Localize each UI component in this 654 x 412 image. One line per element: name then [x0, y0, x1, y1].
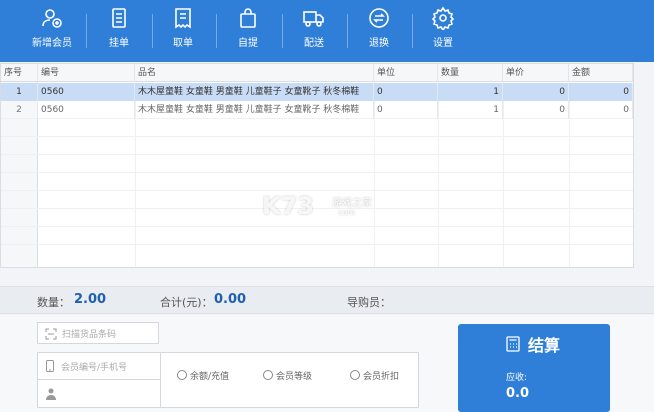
grid-line — [1, 154, 633, 155]
column-header-qty[interactable]: 数量 — [438, 64, 503, 82]
retrieve-order-label: 取单 — [173, 38, 193, 49]
column-header-unit[interactable]: 单位 — [374, 64, 438, 82]
amount-due-label: 应收: — [506, 373, 528, 383]
checkout-button[interactable]: 结算 应收: 0.0 — [458, 324, 610, 412]
row-name: 木木屋童鞋 女童鞋 男童鞋 儿童鞋子 女童靴子 秋冬棉鞋 — [135, 101, 374, 119]
person-icon — [46, 388, 56, 400]
row-unit: 0 — [374, 83, 438, 101]
row-amount: 0 — [569, 101, 633, 119]
calculator-icon — [506, 336, 520, 352]
return-exchange-button[interactable]: 退换 — [351, 6, 407, 58]
pickup-button[interactable]: 自提 — [220, 6, 276, 58]
watermark-logo-text: K73 — [262, 192, 314, 220]
grid-line — [1, 172, 633, 173]
settings-button[interactable]: 设置 — [415, 6, 471, 58]
qty-value: 2.00 — [74, 292, 107, 307]
sales-guide-label: 导购员： — [347, 296, 391, 309]
column-header-name[interactable]: 品名 — [135, 64, 374, 82]
delivery-button[interactable]: 配送 — [286, 6, 342, 58]
add-member-label: 新增会员 — [32, 38, 72, 49]
column-header-code[interactable]: 编号 — [38, 64, 135, 82]
phone-icon — [46, 360, 54, 372]
amount-due-value: 0.0 — [506, 386, 530, 401]
hold-order-button[interactable]: 挂单 — [91, 6, 147, 58]
checkout-title: 结算 — [528, 336, 561, 355]
column-header-index[interactable]: 序号 — [1, 64, 38, 82]
toolbar-divider — [152, 14, 153, 48]
scan-placeholder: 扫描货品条码 — [62, 330, 117, 340]
row-name: 木木屋童鞋 女童鞋 男童鞋 儿童鞋子 女童靴子 秋冬棉鞋 — [135, 83, 374, 101]
total-label: 合计(元)： — [160, 296, 213, 309]
toolbar-divider — [412, 14, 413, 48]
total-value: 0.00 — [214, 292, 247, 307]
product-table: 序号 编号 品名 单位 数量 单价 金额 1 0560 木木屋童鞋 女童鞋 男童… — [0, 63, 634, 268]
member-discount-label: 会员折扣 — [363, 372, 400, 382]
row-qty[interactable]: 1 — [438, 83, 503, 101]
column-header-price[interactable]: 单价 — [503, 64, 569, 82]
grid-line — [1, 244, 633, 245]
grid-line — [1, 136, 633, 137]
row-index: 2 — [1, 101, 38, 119]
k73-watermark: K73 游戏之家 com — [262, 192, 392, 222]
delivery-label: 配送 — [304, 38, 324, 49]
watermark-subtitle: 游戏之家 — [332, 198, 372, 209]
column-header-amount[interactable]: 金额 — [569, 64, 633, 82]
delivery-truck-icon — [303, 11, 324, 27]
settings-gear-icon — [431, 6, 455, 30]
row-price[interactable]: 0 — [503, 83, 569, 101]
return-exchange-label: 退换 — [369, 38, 389, 49]
member-level-label: 会员等级 — [276, 372, 313, 382]
balance-recharge-option[interactable]: 余额/充值 — [177, 369, 229, 382]
toolbar-divider — [86, 14, 87, 48]
toolbar-divider — [282, 14, 283, 48]
toolbar-divider — [216, 14, 217, 48]
qty-label: 数量： — [37, 296, 70, 309]
member-name-field[interactable] — [37, 380, 161, 408]
retrieve-order-icon — [175, 8, 191, 29]
balance-icon — [177, 370, 187, 380]
toolbar-divider — [347, 14, 348, 48]
member-level-option[interactable]: 会员等级 — [263, 369, 312, 382]
discount-icon — [350, 370, 360, 380]
add-member-button[interactable]: 新增会员 — [24, 6, 80, 58]
member-id-input[interactable]: 会员编号/手机号 — [37, 352, 161, 380]
row-price[interactable]: 0 — [503, 101, 569, 119]
grid-line — [1, 190, 633, 191]
balance-recharge-label: 余额/充值 — [190, 372, 230, 382]
row-amount: 0 — [569, 83, 633, 101]
return-exchange-icon — [369, 8, 389, 28]
pickup-bag-icon — [240, 8, 256, 28]
pickup-label: 自提 — [238, 38, 258, 49]
member-id-placeholder: 会员编号/手机号 — [61, 363, 128, 373]
retrieve-order-button[interactable]: 取单 — [155, 6, 211, 58]
row-index: 1 — [1, 83, 38, 101]
grid-line — [1, 226, 633, 227]
scan-icon — [45, 328, 57, 340]
row-unit: 0 — [374, 101, 438, 119]
add-member-icon — [42, 9, 62, 28]
level-icon — [263, 370, 273, 380]
hold-order-label: 挂单 — [109, 38, 129, 49]
member-discount-option[interactable]: 会员折扣 — [350, 369, 399, 382]
top-toolbar: 新增会员 挂单 取单 自提 配送 退换 设置 — [0, 0, 654, 62]
barcode-scan-input[interactable]: 扫描货品条码 — [37, 322, 159, 344]
row-code: 0560 — [38, 101, 135, 119]
settings-label: 设置 — [433, 38, 453, 49]
row-code: 0560 — [38, 83, 135, 101]
watermark-url: com — [338, 208, 356, 217]
row-qty[interactable]: 1 — [438, 101, 503, 119]
hold-order-icon — [112, 8, 126, 28]
